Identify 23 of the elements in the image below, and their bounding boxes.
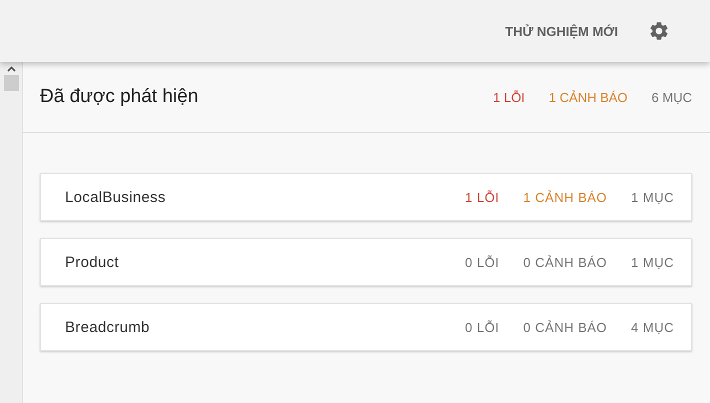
error-count: 1 LỖI: [493, 90, 525, 104]
scroll-up-icon[interactable]: [6, 66, 16, 72]
warning-count: 0 CẢNH BÁO: [523, 320, 608, 334]
section-title: Đã được phát hiện: [40, 86, 200, 108]
new-test-button[interactable]: THỬ NGHIỆM MỚI: [501, 18, 622, 44]
settings-icon[interactable]: [648, 20, 670, 42]
warning-count: 1 CẢNH BÁO: [523, 190, 608, 204]
warning-count: 0 CẢNH BÁO: [523, 254, 608, 270]
error-count: 0 LỖI: [465, 320, 500, 334]
error-count: 1 LỖI: [465, 190, 500, 204]
type-name: LocalBusiness: [65, 188, 167, 206]
item-count: 4 MỤC: [631, 320, 674, 334]
type-name: Breadcrumb: [65, 318, 151, 336]
result-card[interactable]: Breadcrumb 0 LỖI 0 CẢNH BÁO 4 MỤC: [40, 303, 692, 351]
item-count: 1 MỤC: [631, 190, 674, 204]
warning-count: 1 CẢNH BÁO: [548, 90, 628, 104]
item-count: 1 MỤC: [631, 254, 674, 270]
result-card[interactable]: LocalBusiness 1 LỖI 1 CẢNH BÁO 1 MỤC: [40, 173, 692, 221]
type-name: Product: [65, 254, 120, 270]
scrollbar-thumb[interactable]: [4, 75, 18, 91]
result-card[interactable]: Product 0 LỖI 0 CẢNH BÁO 1 MỤC: [40, 238, 692, 286]
item-count: 6 MỤC: [652, 90, 692, 104]
error-count: 0 LỖI: [465, 254, 500, 270]
